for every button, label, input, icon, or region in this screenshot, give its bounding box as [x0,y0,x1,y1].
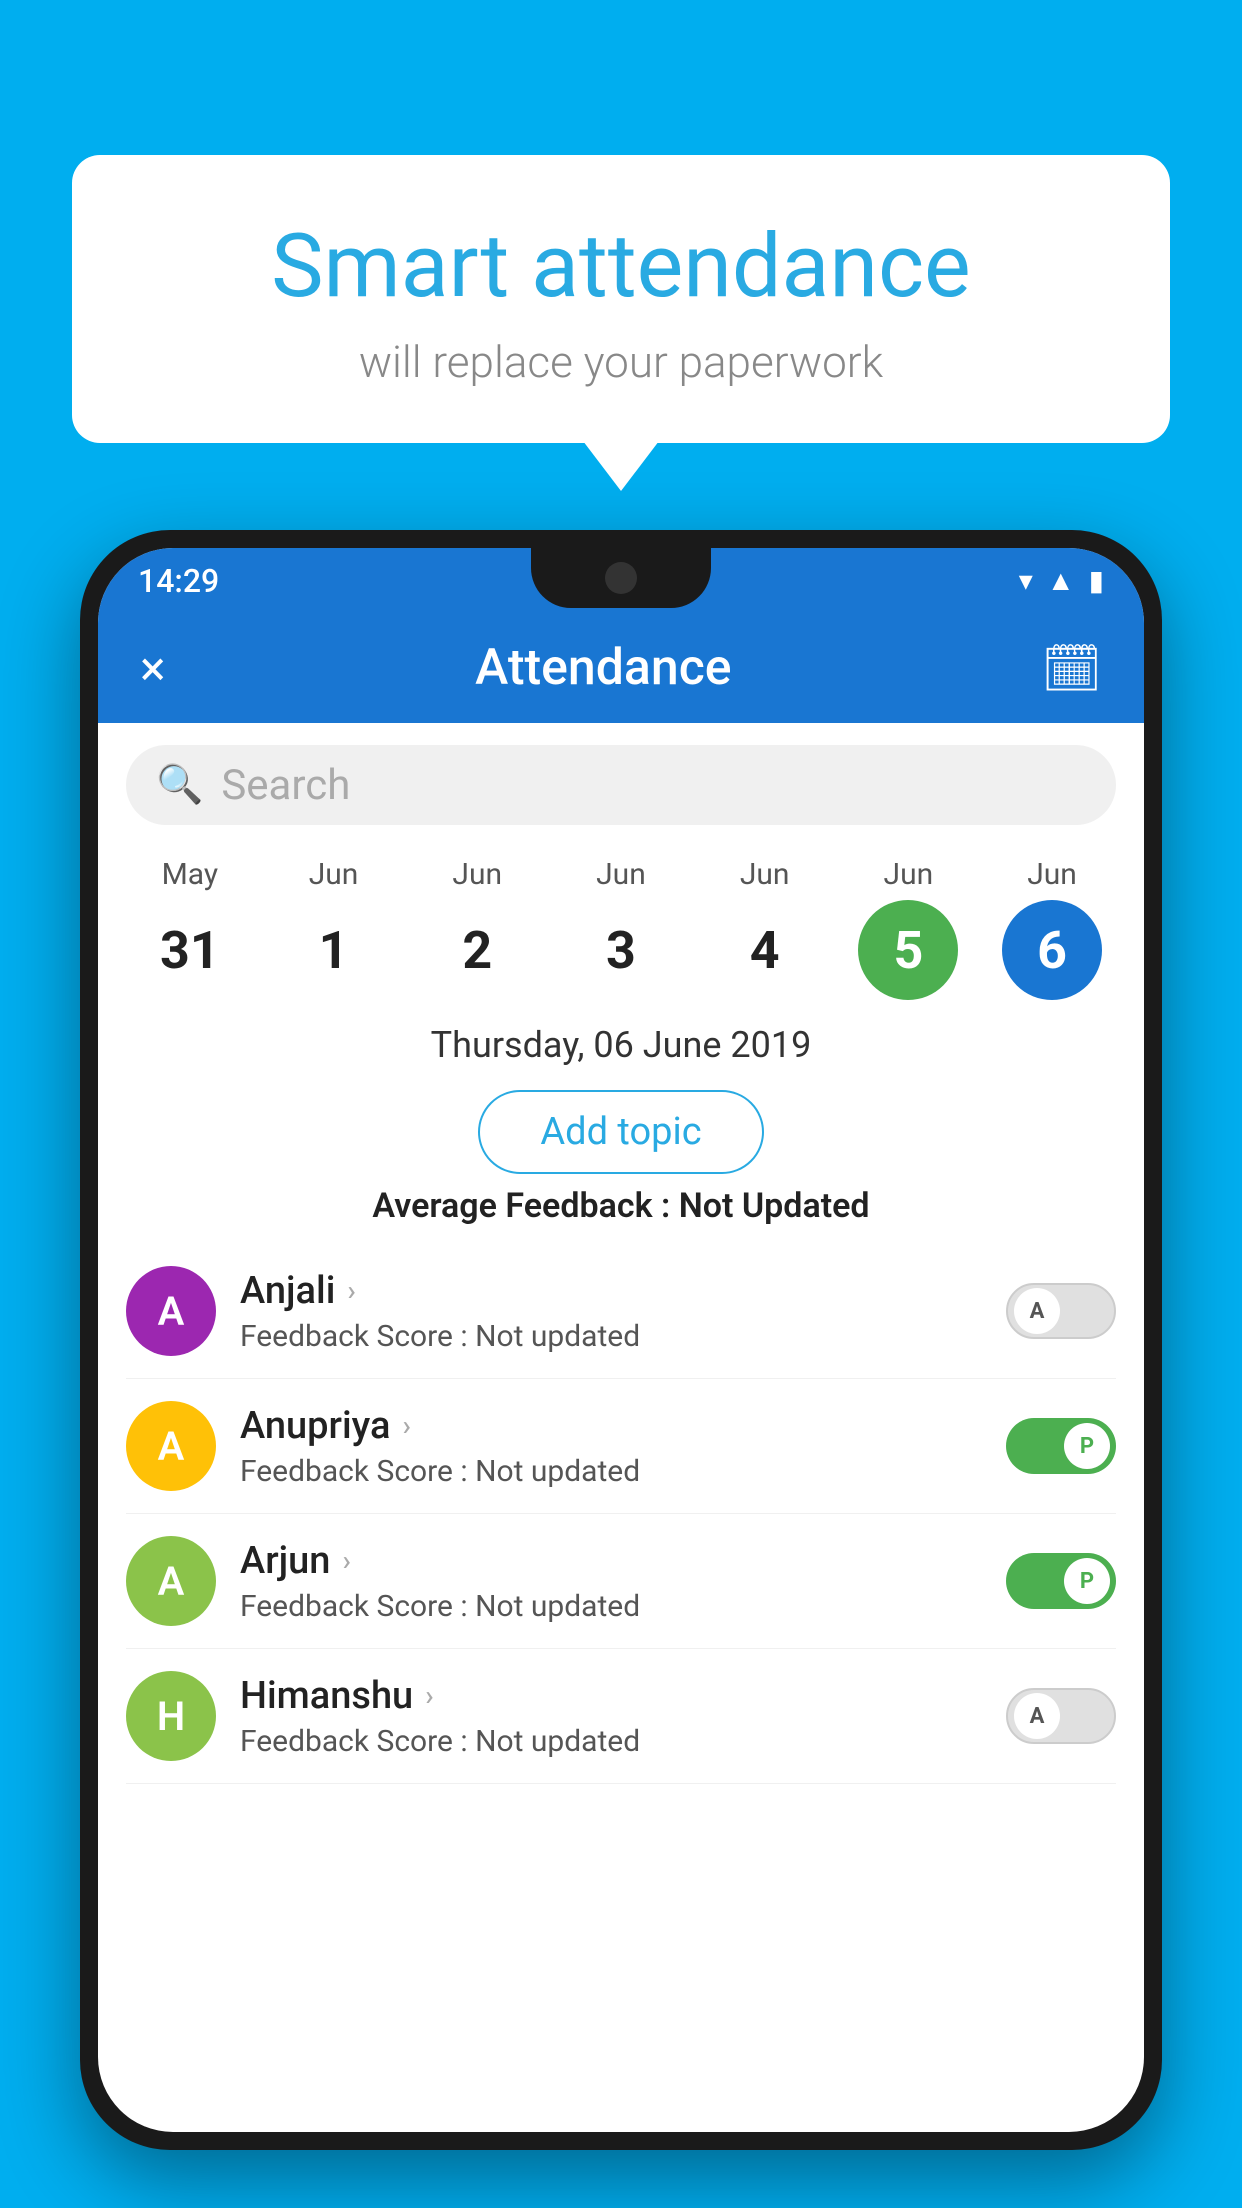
status-time: 14:29 [138,562,219,600]
student-info-himanshu: Himanshu › Feedback Score : Not updated [240,1674,1006,1759]
calendar-row: May 31 Jun 1 Jun 2 Jun 3 Jun 4 [98,847,1144,1000]
close-icon[interactable]: × [140,640,166,697]
bubble-subtitle: will replace your paperwork [122,336,1120,388]
cal-day-5[interactable]: Jun 5 [843,857,973,1000]
signal-icon: ▲ [1047,564,1075,597]
cal-day-2[interactable]: Jun 2 [412,857,542,1000]
avg-feedback: Average Feedback : Not Updated [98,1186,1144,1226]
toggle-arjun[interactable]: P [1006,1553,1116,1609]
student-item-arjun[interactable]: A Arjun › Feedback Score : Not updated [126,1514,1116,1649]
avatar-anjali: A [126,1266,216,1356]
selected-date: Thursday, 06 June 2019 [98,1000,1144,1078]
student-item-anupriya[interactable]: A Anupriya › Feedback Score : Not update… [126,1379,1116,1514]
phone-screen: 14:29 ▾ ▲ ▮ × Attendance 🗓 🔍 Search [98,548,1144,2132]
chevron-icon: › [347,1274,355,1307]
speech-bubble: Smart attendance will replace your paper… [72,155,1170,443]
toggle-anupriya[interactable]: P [1006,1418,1116,1474]
student-item-anjali[interactable]: A Anjali › Feedback Score : Not updated [126,1244,1116,1379]
app-bar: × Attendance 🗓 [98,613,1144,723]
battery-icon: ▮ [1089,564,1104,597]
bubble-title: Smart attendance [122,215,1120,318]
calendar-icon[interactable]: 🗓 [1041,640,1102,697]
avatar-anupriya: A [126,1401,216,1491]
cal-day-0[interactable]: May 31 [125,857,255,1000]
search-placeholder: Search [221,761,350,810]
add-topic-button[interactable]: Add topic [478,1090,763,1174]
avatar-arjun: A [126,1536,216,1626]
chevron-icon: › [402,1409,410,1442]
app-bar-title: Attendance [475,639,732,697]
student-info-anupriya: Anupriya › Feedback Score : Not updated [240,1404,1006,1489]
phone-notch [531,548,711,608]
cal-day-3[interactable]: Jun 3 [556,857,686,1000]
student-list: A Anjali › Feedback Score : Not updated [98,1244,1144,1784]
toggle-himanshu[interactable]: A [1006,1688,1116,1744]
status-icons: ▾ ▲ ▮ [1019,564,1104,597]
chevron-icon: › [425,1679,433,1712]
chevron-icon: › [342,1544,350,1577]
cal-day-6[interactable]: Jun 6 [987,857,1117,1000]
student-info-arjun: Arjun › Feedback Score : Not updated [240,1539,1006,1624]
search-icon: 🔍 [156,763,203,807]
student-item-himanshu[interactable]: H Himanshu › Feedback Score : Not update… [126,1649,1116,1784]
toggle-anjali[interactable]: A [1006,1283,1116,1339]
phone-frame: 14:29 ▾ ▲ ▮ × Attendance 🗓 🔍 Search [80,530,1162,2208]
wifi-icon: ▾ [1019,564,1033,597]
phone-camera [605,562,637,594]
phone-outer: 14:29 ▾ ▲ ▮ × Attendance 🗓 🔍 Search [80,530,1162,2150]
cal-day-1[interactable]: Jun 1 [269,857,399,1000]
speech-bubble-container: Smart attendance will replace your paper… [72,155,1170,443]
cal-day-4[interactable]: Jun 4 [700,857,830,1000]
search-bar[interactable]: 🔍 Search [126,745,1116,825]
student-info-anjali: Anjali › Feedback Score : Not updated [240,1269,1006,1354]
avatar-himanshu: H [126,1671,216,1761]
